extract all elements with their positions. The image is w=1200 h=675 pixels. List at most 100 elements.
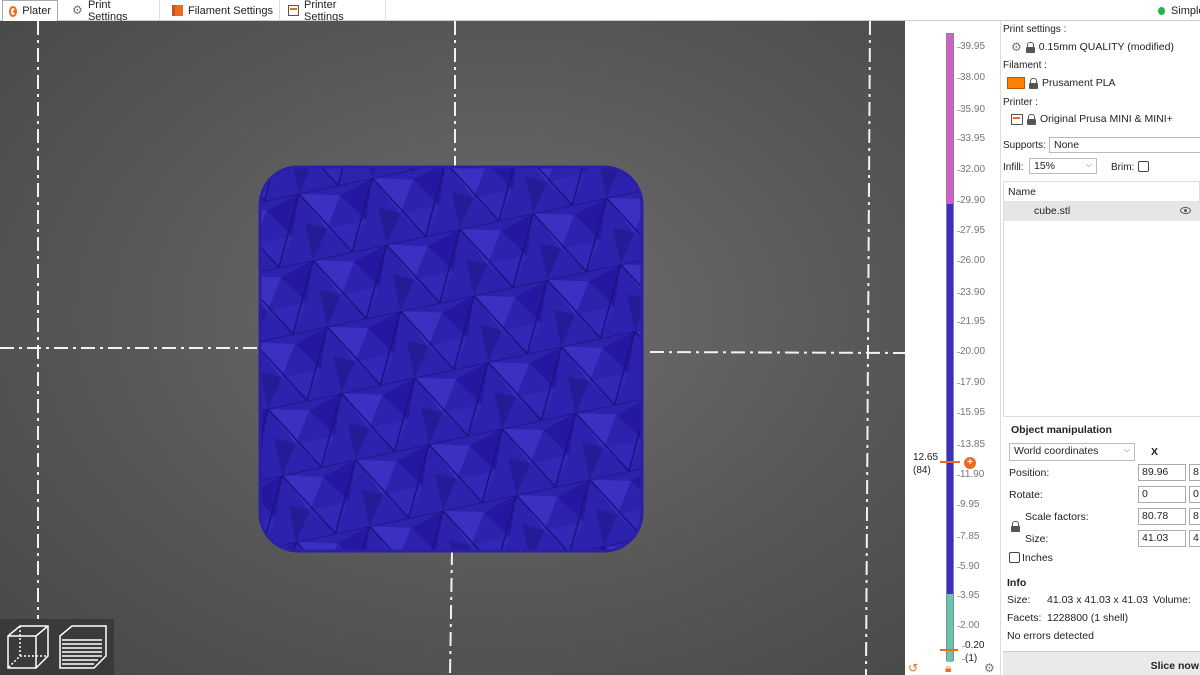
rotate-x-field[interactable]: 0 [1138,486,1186,503]
coordinates-combo[interactable]: World coordinates ⌵ [1009,443,1135,461]
tick-label: 2.00 [956,620,980,631]
scale-lock-icon[interactable] [1011,521,1020,532]
tick-label: 15.95 [956,407,986,418]
current-top-value: 12.65 [913,452,939,463]
plater-icon [9,5,18,17]
supports-label: Supports: [1003,140,1046,151]
settings-gear-icon[interactable]: ⚙ [984,661,995,675]
bottom-value: 0.20 [961,640,985,651]
filament-profile-value: Prusament PLA [1042,77,1116,89]
chevron-down-icon: ⌵ [1085,160,1092,169]
sliced-model [258,165,644,553]
size-x-field[interactable]: 41.03 [1138,530,1186,547]
info-size-value: 41.03 x 41.03 x 41.03 [1047,594,1148,606]
gear-icon: ⚙ [72,3,83,17]
mode-selector[interactable]: Simple [1150,0,1200,21]
tick-label: 29.90 [956,195,986,206]
eye-icon[interactable] [1180,207,1191,214]
tick-label: 13.85 [956,439,986,450]
position-x-field[interactable]: 89.96 [1138,464,1186,481]
infill-combo[interactable]: 15% ⌵ [1029,158,1097,174]
size-y-field[interactable]: 4 [1189,530,1200,547]
view-toggle-panel [0,619,114,675]
info-title: Info [1007,577,1027,589]
print-profile-combo[interactable]: ⚙ 0.15mm QUALITY (modified) [1011,40,1174,54]
tick-label: 23.90 [956,287,986,298]
filament-label: Filament : [1003,60,1047,71]
printer-profile-value: Original Prusa MINI & MINI+ [1040,113,1173,125]
slider-segment-bottom [947,594,953,662]
size-label: Size: [1025,533,1049,545]
tab-print-settings-label: Print Settings [87,0,128,23]
bed-grid [0,21,905,675]
layer-slider-panel: 39.95 38.00 35.90 33.95 32.00 29.90 27.9… [905,21,1000,675]
chevron-down-icon: ⌵ [1123,445,1130,454]
supports-value: None [1054,139,1080,151]
tick-label: 5.90 [956,561,980,572]
tab-filament-settings[interactable]: Filament Settings [166,0,280,21]
tab-print-settings[interactable]: ⚙ Print Settings [66,0,160,23]
tick-label: 35.90 [956,104,986,115]
info-errors: No errors detected [1007,630,1094,642]
slice-now-button[interactable]: Slice now [1003,651,1200,675]
infill-label: Infill: [1003,162,1024,173]
inches-label: Inches [1022,552,1053,564]
view-mode-icons[interactable] [4,622,112,672]
tick-label: 11.90 [956,469,985,480]
3d-viewport[interactable] [0,21,905,675]
printer-profile-combo[interactable]: Original Prusa MINI & MINI+ [1011,113,1173,125]
info-volume-label: Volume: [1153,594,1191,606]
info-facets-label: Facets: [1007,612,1042,624]
position-y-field[interactable]: 8 [1189,464,1200,481]
brim-checkbox[interactable] [1138,161,1149,172]
tab-printer-settings[interactable]: Printer Settings [282,0,386,23]
tab-plater[interactable]: Plater [2,0,58,21]
printer-icon [1011,113,1023,125]
brim-label: Brim: [1111,162,1135,173]
add-color-change-icon[interactable]: + [964,457,976,469]
tick-label: 39.95 [956,41,986,52]
tick-label: 21.95 [956,316,986,327]
tick-label: 38.00 [956,72,986,83]
tick-label: 33.95 [956,133,986,144]
rotate-label: Rotate: [1009,489,1043,501]
lock-slider-icon[interactable]: 🔒︎ [945,661,951,675]
mode-label: Simple [1170,4,1200,17]
bottom-thumb-line [940,649,958,651]
tab-bar: Plater ⚙ Print Settings Filament Setting… [0,0,1200,23]
lock-icon [1027,113,1036,125]
position-label: Position: [1009,467,1050,479]
object-list[interactable]: Name cube.stl [1003,181,1200,417]
tab-printer-settings-label: Printer Settings [303,0,344,23]
printer-icon [288,5,299,16]
inches-checkbox[interactable] [1009,552,1020,563]
filament-profile-combo[interactable]: Prusament PLA [1007,77,1116,89]
layer-slider-track[interactable] [946,33,954,662]
lock-icon [1029,77,1038,89]
tab-filament-settings-label: Filament Settings [188,4,273,17]
rotate-y-field[interactable]: 0 [1189,486,1200,503]
supports-combo[interactable]: None [1049,137,1200,153]
coordinates-value: World coordinates [1014,445,1099,457]
current-top-layer: (84) [913,465,931,476]
spool-icon [172,5,183,16]
undo-icon[interactable]: ↺ [908,661,918,675]
list-item[interactable]: cube.stl [1004,202,1200,221]
filament-color-swatch[interactable] [1007,77,1025,89]
mode-dot-icon [1158,6,1165,15]
print-settings-label: Print settings : [1003,24,1067,35]
lock-icon [1025,41,1035,53]
info-size-label: Size: [1007,594,1031,606]
printer-label: Printer : [1003,97,1039,108]
tab-plater-label: Plater [22,5,51,17]
object-list-header: Name [1004,182,1200,202]
print-profile-value: 0.15mm QUALITY (modified) [1038,41,1174,53]
scale-x-field[interactable]: 80.78 [1138,508,1186,525]
slider-segment-middle [947,204,953,594]
gear-icon: ⚙ [1011,40,1022,54]
scale-y-field[interactable]: 8 [1189,508,1200,525]
name-column-header: Name [1008,186,1037,198]
tick-label: 9.95 [956,499,980,510]
axis-x-label: X [1151,446,1159,458]
tick-label: 17.90 [956,377,986,388]
